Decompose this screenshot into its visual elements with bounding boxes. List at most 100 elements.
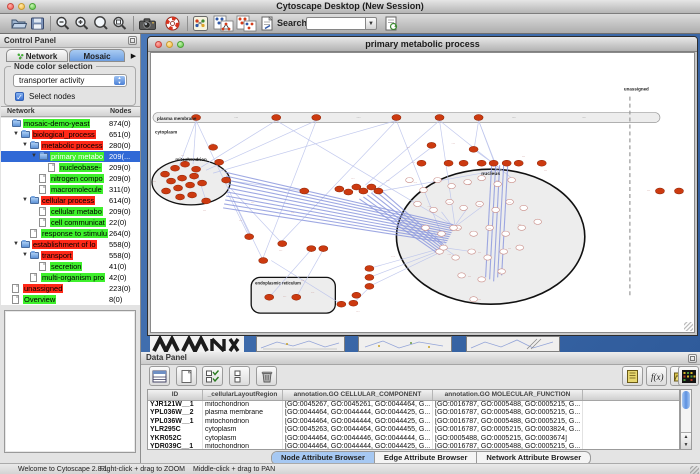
network-node[interactable] <box>516 245 524 250</box>
tree-row-cellular-metabo[interactable]: cellular metabo209(0) <box>1 206 140 217</box>
tree-row-secretion[interactable]: secretion41(0) <box>1 261 140 272</box>
search-dropdown-arrow-icon[interactable]: ▼ <box>365 17 377 30</box>
network-node[interactable] <box>188 192 197 198</box>
network-node[interactable] <box>365 265 374 271</box>
network-node[interactable] <box>417 160 426 166</box>
network-node[interactable] <box>319 246 328 252</box>
network-node[interactable] <box>430 207 438 212</box>
network-node[interactable] <box>198 180 207 186</box>
network-node[interactable] <box>190 173 199 179</box>
app-resize-grip[interactable] <box>690 466 699 474</box>
network-node[interactable] <box>492 207 500 212</box>
attribute-notes-icon[interactable] <box>622 366 643 386</box>
background-window-thumbnail[interactable] <box>358 336 452 352</box>
network-node[interactable] <box>161 171 170 177</box>
column-header[interactable]: _cellularLayoutRegion <box>203 390 283 400</box>
column-header[interactable]: ID <box>148 390 203 400</box>
column-header[interactable] <box>583 390 679 400</box>
background-window-thumbnail[interactable] <box>466 336 560 352</box>
background-window-fragment[interactable] <box>150 336 244 353</box>
table-row[interactable]: YPL036W__2plasma membrane[GO:0044464, GO… <box>148 409 679 417</box>
window-resize-grip[interactable] <box>684 322 693 331</box>
close-network-window-button[interactable] <box>155 41 162 48</box>
tree-row-establishment-of-lo[interactable]: ▼establishment of lo558(0) <box>1 239 140 250</box>
mosaic-layout-icon[interactable] <box>236 15 257 32</box>
network-node[interactable] <box>508 178 516 183</box>
network-node[interactable] <box>478 277 486 282</box>
network-node[interactable] <box>344 189 353 195</box>
tree-row-response-to-stimulu[interactable]: response to stimulu264(0) <box>1 228 140 239</box>
network-node[interactable] <box>514 160 523 166</box>
scrollbar-thumb[interactable] <box>682 391 690 409</box>
network-node[interactable] <box>202 198 211 204</box>
network-node[interactable] <box>502 231 510 236</box>
column-header[interactable]: annotation.GO MOLECULAR_FUNCTION <box>433 390 583 400</box>
disclosure-triangle-icon[interactable]: ▼ <box>13 131 19 137</box>
network-node[interactable] <box>537 160 546 166</box>
select-attributes-icon[interactable] <box>202 366 223 386</box>
birdseye-view-panel[interactable] <box>4 310 136 453</box>
network-node[interactable] <box>414 201 422 206</box>
zoom-selected-icon[interactable] <box>111 15 128 32</box>
network-node[interactable] <box>489 160 498 166</box>
table-row[interactable]: YDR039C__1mitochondrion[GO:0044464, GO:0… <box>148 443 679 450</box>
tree-row-nitrogen-compo[interactable]: nitrogen compo209(0) <box>1 173 140 184</box>
disclosure-triangle-icon[interactable]: ▼ <box>22 142 28 148</box>
network-node[interactable] <box>484 255 492 260</box>
minimize-network-window-button[interactable] <box>166 41 173 48</box>
network-node[interactable] <box>245 234 254 240</box>
tree-row-overview[interactable]: Overview8(0) <box>1 294 140 305</box>
network-node[interactable] <box>468 249 476 254</box>
network-node[interactable] <box>470 297 478 302</box>
network-node[interactable] <box>171 165 180 171</box>
tree-row-biological-process[interactable]: ▼biological_process651(0) <box>1 129 140 140</box>
network-window-titlebar[interactable]: primary metabolic process <box>148 37 697 52</box>
zoom-window-button[interactable] <box>29 3 36 10</box>
zoom-out-icon[interactable] <box>54 15 71 32</box>
open-file-icon[interactable] <box>10 15 27 32</box>
network-node[interactable] <box>300 188 309 194</box>
tree-row-cell-communicat[interactable]: cell communicat22(0) <box>1 217 140 228</box>
snapshot-camera-icon[interactable] <box>138 15 155 32</box>
network-node[interactable] <box>312 115 321 121</box>
network-node[interactable] <box>422 225 430 230</box>
network-node[interactable] <box>420 187 428 192</box>
table-row[interactable]: YJR121W__1mitochondrion[GO:0045267, GO:0… <box>148 401 679 409</box>
network-node[interactable] <box>427 142 436 148</box>
network-node[interactable] <box>435 115 444 121</box>
network-node[interactable] <box>534 219 542 224</box>
tree-row-cellular-process[interactable]: ▼cellular process614(0) <box>1 195 140 206</box>
network-node[interactable] <box>192 166 201 172</box>
network-node[interactable] <box>178 175 187 181</box>
network-node[interactable] <box>335 186 344 192</box>
network-node[interactable] <box>474 115 483 121</box>
network-node[interactable] <box>460 205 468 210</box>
tree-row-mosaic-demo-yeast[interactable]: mosaic-demo-yeast874(0) <box>1 118 140 129</box>
network-node[interactable] <box>520 205 528 210</box>
network-node[interactable] <box>167 178 176 184</box>
network-node[interactable] <box>365 283 374 289</box>
column-header[interactable]: annotation.GO CELLULAR_COMPONENT <box>283 390 433 400</box>
table-row[interactable]: YLR295Ccytoplasm[GO:0045263, GO:0044464,… <box>148 426 679 434</box>
attribute-matrix-icon[interactable] <box>678 366 699 386</box>
tree-row-multi-organism-pro[interactable]: multi-organism pro42(0) <box>1 272 140 283</box>
table-scrollbar[interactable]: ▲▼ <box>680 389 692 450</box>
network-node[interactable] <box>459 160 468 166</box>
network-node[interactable] <box>469 146 478 152</box>
network-node[interactable] <box>307 246 316 252</box>
zoom-network-window-button[interactable] <box>177 41 184 48</box>
tab-overflow-arrow-icon[interactable]: ▶ <box>128 51 139 62</box>
table-row[interactable]: YPL036W__1mitochondrion[GO:0044464, GO:0… <box>148 418 679 426</box>
network-node[interactable] <box>292 294 301 300</box>
network-node[interactable] <box>365 274 374 280</box>
save-icon[interactable] <box>29 15 46 32</box>
network-node[interactable] <box>477 160 486 166</box>
network-node[interactable] <box>272 115 281 121</box>
network-node[interactable] <box>444 160 453 166</box>
network-node[interactable] <box>176 194 185 200</box>
mosaic-partition-icon[interactable] <box>213 15 234 32</box>
network-node[interactable] <box>352 292 361 298</box>
tab-network[interactable]: Network <box>6 49 68 62</box>
help-lifering-icon[interactable] <box>164 15 181 32</box>
zoom-in-icon[interactable] <box>73 15 90 32</box>
